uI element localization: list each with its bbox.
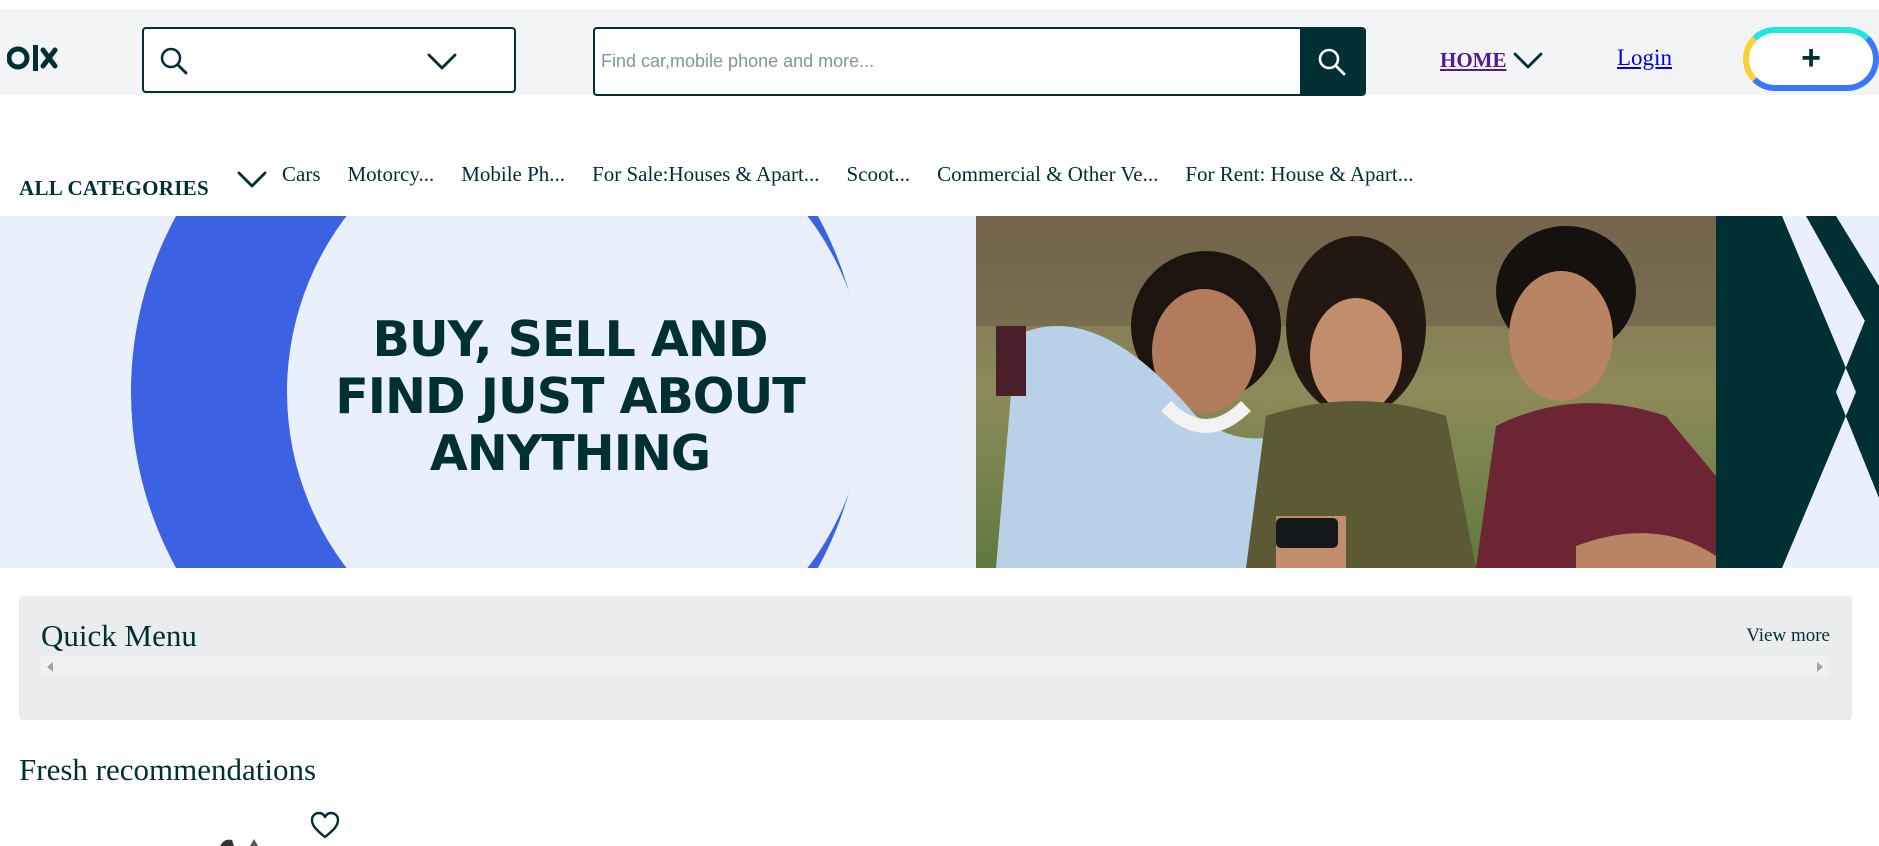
banner-line-1: BUY, SELL AND xyxy=(372,311,768,368)
search-icon xyxy=(160,47,188,75)
category-list: Cars Motorcy... Mobile Ph... For Sale:Ho… xyxy=(282,162,1440,187)
banner-photo xyxy=(976,216,1716,568)
sell-button[interactable]: + xyxy=(1743,27,1879,91)
olx-logo-icon[interactable] xyxy=(7,42,71,74)
category-item-motorcycles[interactable]: Motorcy... xyxy=(348,162,435,187)
category-item-houses-for-rent[interactable]: For Rent: House & Apart... xyxy=(1185,162,1413,187)
chevron-down-icon[interactable] xyxy=(236,166,268,192)
login-link[interactable]: Login xyxy=(1617,45,1672,71)
quick-menu: Quick Menu View more xyxy=(19,596,1852,720)
home-link[interactable]: HOME xyxy=(1440,48,1507,73)
quick-menu-title: Quick Menu xyxy=(41,618,197,653)
category-item-houses-for-sale[interactable]: For Sale:Houses & Apart... xyxy=(592,162,819,187)
top-header: HOME Login + xyxy=(0,9,1879,96)
view-more-link[interactable]: View more xyxy=(1746,625,1830,647)
quick-menu-scrollbar[interactable] xyxy=(41,656,1829,676)
people-photo-illustration xyxy=(976,216,1716,568)
banner-next-slide[interactable] xyxy=(1716,216,1879,568)
category-item-mobile-phones[interactable]: Mobile Ph... xyxy=(461,162,565,187)
banner-line-2: FIND JUST ABOUT xyxy=(335,368,805,425)
hero-banner[interactable]: BUY, SELL AND FIND JUST ABOUT ANYTHING xyxy=(0,216,1879,568)
scroll-left-arrow-icon[interactable] xyxy=(47,662,53,672)
fresh-recommendations-title: Fresh recommendations xyxy=(19,752,317,787)
banner-headline: BUY, SELL AND FIND JUST ABOUT ANYTHING xyxy=(290,311,850,482)
heart-icon[interactable] xyxy=(309,810,341,840)
chevron-down-icon[interactable] xyxy=(426,47,458,75)
search-icon xyxy=(1318,48,1346,75)
all-categories-label[interactable]: ALL CATEGORIES xyxy=(19,176,209,201)
search-bar xyxy=(593,27,1366,96)
banner-graphic: BUY, SELL AND FIND JUST ABOUT ANYTHING xyxy=(0,216,976,568)
category-item-cars[interactable]: Cars xyxy=(282,162,321,187)
category-item-commercial-vehicles[interactable]: Commercial & Other Ve... xyxy=(937,162,1158,187)
chevron-right-icon xyxy=(1782,216,1879,568)
scroll-right-arrow-icon[interactable] xyxy=(1817,662,1823,672)
chevron-down-icon[interactable] xyxy=(1512,47,1544,73)
listing-thumbnail[interactable] xyxy=(210,836,280,846)
search-input[interactable] xyxy=(595,29,1301,94)
search-button[interactable] xyxy=(1300,29,1364,94)
banner-line-3: ANYTHING xyxy=(429,425,711,482)
category-item-scooters[interactable]: Scoot... xyxy=(847,162,911,187)
plus-icon: + xyxy=(1801,39,1821,77)
location-selector[interactable] xyxy=(142,27,516,93)
